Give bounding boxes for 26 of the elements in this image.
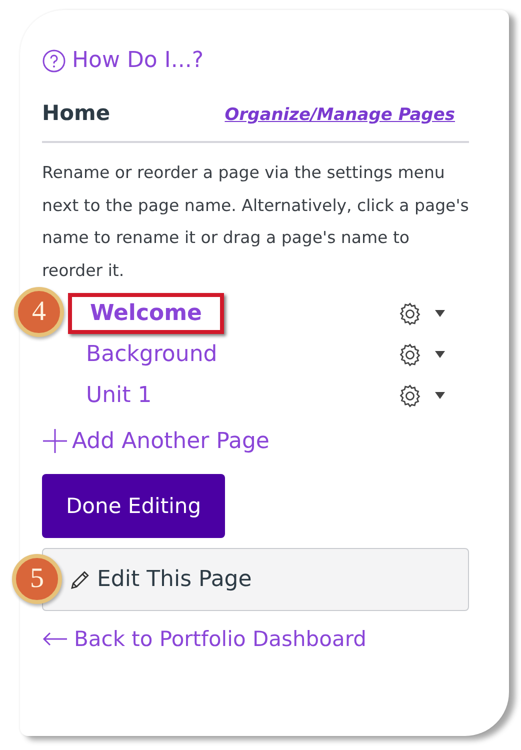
page-link[interactable]: Unit 1	[86, 383, 152, 408]
help-link[interactable]: How Do I...?	[42, 48, 204, 73]
manage-pages-link[interactable]: Organize/Manage Pages	[224, 105, 455, 125]
instructions-text: Rename or reorder a page via the settings menu next to the page name. Alternatively, click a page's name to rename it or drag a page's name to reorder it.	[42, 162, 469, 282]
settings-icon	[397, 300, 423, 326]
page-link[interactable]: Background	[86, 342, 218, 367]
settings-menu-button[interactable]	[397, 300, 445, 326]
section-title: Home	[42, 101, 110, 125]
settings-icon	[397, 382, 423, 408]
settings-icon	[397, 342, 423, 368]
add-page-link[interactable]: Add Another Page	[42, 428, 270, 454]
step-badge: 5	[12, 554, 62, 604]
caret-icon	[435, 351, 445, 358]
step-badge: 4	[14, 287, 64, 337]
edit-page-button[interactable]: Edit This Page	[42, 548, 469, 611]
settings-menu-button[interactable]	[397, 382, 445, 408]
caret-icon	[435, 392, 445, 399]
plus-icon	[42, 428, 68, 454]
question-icon	[42, 48, 66, 72]
page-link[interactable]: Welcome	[68, 293, 224, 334]
back-link[interactable]: Back to Portfolio Dashboard	[42, 627, 366, 651]
done-editing-button[interactable]: Done Editing	[42, 474, 226, 538]
pencil-icon	[69, 568, 91, 590]
caret-icon	[435, 310, 445, 317]
settings-menu-button[interactable]	[397, 342, 445, 368]
left-arrow-icon	[42, 631, 68, 647]
